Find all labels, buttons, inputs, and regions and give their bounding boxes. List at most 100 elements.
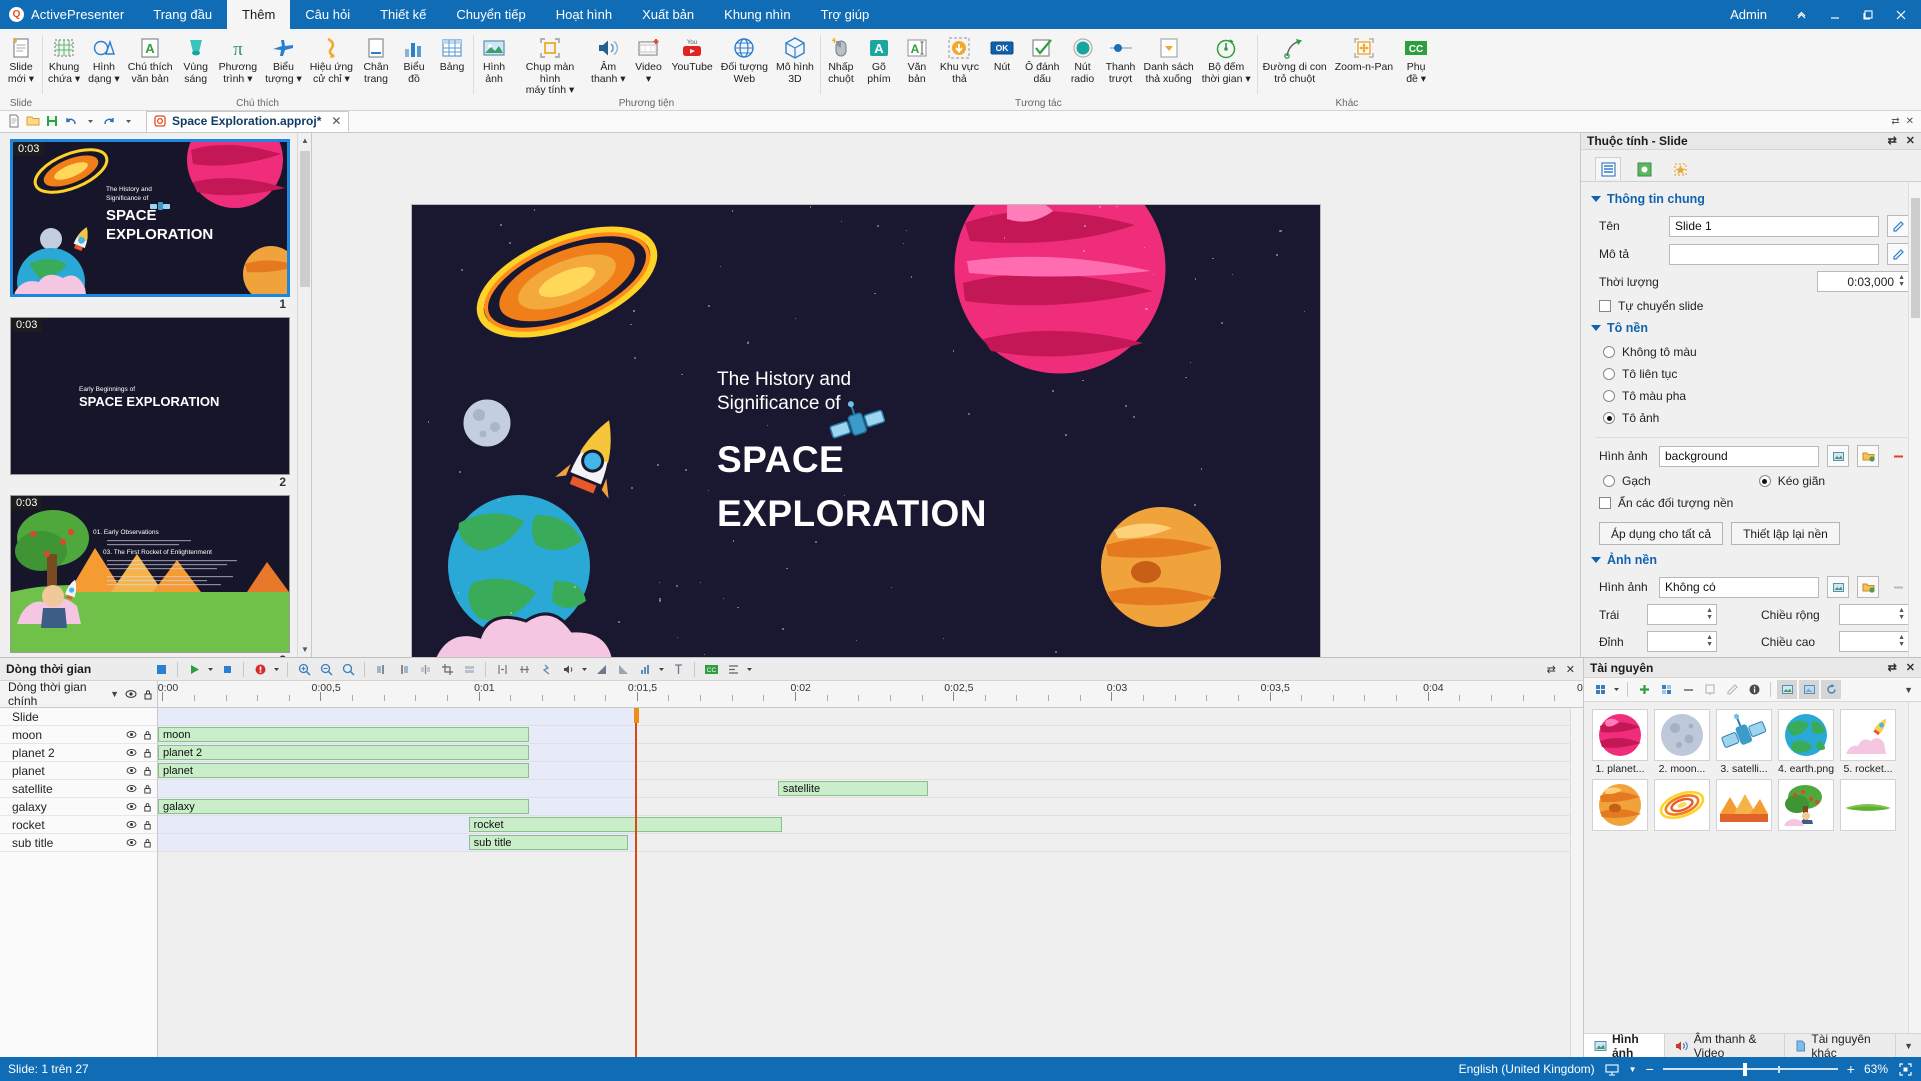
- slide-panel-scrollbar[interactable]: ▲ ▼: [297, 133, 311, 658]
- ribbon-button-equation[interactable]: π Phương trình ▾: [215, 33, 261, 85]
- ribbon-button-placeholder[interactable]: Khung chứa ▾: [44, 33, 84, 85]
- maximize-button[interactable]: [1851, 0, 1884, 29]
- main-timeline-selector[interactable]: Dòng thời gian chính ▼: [0, 681, 157, 708]
- moon-thumb[interactable]: [1654, 709, 1710, 761]
- stop-icon[interactable]: [217, 660, 237, 679]
- close-icon[interactable]: ✕: [1906, 134, 1915, 147]
- resource-item[interactable]: 5. rocket...: [1840, 709, 1896, 775]
- timeline-bar[interactable]: satellite: [778, 781, 928, 796]
- ribbon-button-web-object[interactable]: Đối tượng Web: [717, 33, 772, 85]
- ribbon-button-cursor-path[interactable]: Đường di con trỏ chuột: [1259, 33, 1331, 85]
- resource-item[interactable]: [1716, 779, 1772, 833]
- section-bg-image[interactable]: Ảnh nền: [1581, 549, 1921, 573]
- ribbon-button-checkbox[interactable]: Ô đánh dấu: [1021, 33, 1063, 85]
- rocket-thumb[interactable]: [1840, 709, 1896, 761]
- remove-icon[interactable]: [1678, 680, 1698, 699]
- close-icon[interactable]: ✕: [1906, 116, 1914, 127]
- timeline-lane-planet[interactable]: planet: [158, 762, 1583, 780]
- timeline-track-sub-title[interactable]: sub title: [0, 834, 157, 852]
- fill-option-radio[interactable]: [1603, 346, 1615, 358]
- filter-image-icon[interactable]: [1777, 680, 1797, 699]
- document-tab-close-icon[interactable]: ✕: [331, 114, 341, 128]
- ribbon-button-image[interactable]: Hình ảnh: [475, 33, 513, 85]
- timeline-bar[interactable]: planet: [158, 763, 529, 778]
- auto-advance-checkbox[interactable]: [1599, 300, 1611, 312]
- redo-dropdown-icon[interactable]: [120, 113, 136, 129]
- close-icon[interactable]: ✕: [1906, 661, 1915, 674]
- scroll-down-icon[interactable]: ▼: [298, 641, 312, 657]
- refresh-icon[interactable]: [1821, 680, 1841, 699]
- fill-option-radio[interactable]: [1603, 412, 1615, 424]
- slide-thumbnail-3[interactable]: 01. Early Observations 03. The First Roc…: [10, 495, 290, 653]
- satellite-thumb[interactable]: [1716, 709, 1772, 761]
- lock-icon[interactable]: [143, 784, 152, 794]
- eye-icon[interactable]: [125, 689, 137, 699]
- slide-thumbnail-2[interactable]: Early Beginnings of SPACE EXPLORATION 0:…: [10, 317, 290, 475]
- ribbon-tab-thêm[interactable]: Thêm: [227, 0, 290, 29]
- ribbon-button-chart[interactable]: Biểu đồ: [395, 33, 433, 85]
- minimize-button[interactable]: [1818, 0, 1851, 29]
- ribbon-tab-thiết-kế[interactable]: Thiết kế: [365, 0, 441, 29]
- timeline-lane-sub-title[interactable]: sub title: [158, 834, 1583, 852]
- ribbon-button-new-slide[interactable]: Slide mới ▾: [2, 33, 40, 85]
- resources-overflow-icon[interactable]: ▼: [1904, 685, 1915, 695]
- planet-orange-object[interactable]: [1094, 500, 1229, 635]
- ribbon-button-text-box[interactable]: A Văn bản: [898, 33, 936, 85]
- fit-screen-icon[interactable]: [1897, 1061, 1913, 1077]
- timeline-track-slide[interactable]: Slide: [0, 708, 157, 726]
- show-all-icon[interactable]: [151, 660, 171, 679]
- pick-image-icon[interactable]: [1827, 445, 1849, 467]
- ribbon-button-radio-button[interactable]: Nút radio: [1064, 33, 1102, 85]
- timeline-lane-slide[interactable]: [158, 708, 1583, 726]
- ribbon-button-drop-area[interactable]: Khu vực thả: [936, 33, 983, 85]
- resources-grid[interactable]: 1. planet... 2. moon... 3. satelli... 4. ea…: [1584, 702, 1921, 1033]
- volume-icon[interactable]: [558, 660, 578, 679]
- ribbon-button-video[interactable]: Video ▾: [630, 33, 668, 85]
- play-dropdown-icon[interactable]: [206, 660, 215, 679]
- remove-bg-image-icon[interactable]: [1887, 576, 1909, 598]
- ribbon-button-gesture-effect[interactable]: Hiệu ứng cử chỉ ▾: [306, 33, 357, 85]
- reset-background-button[interactable]: Thiết lập lại nền: [1731, 522, 1840, 545]
- eye-icon[interactable]: [126, 766, 137, 775]
- scrollbar-thumb[interactable]: [300, 151, 310, 287]
- ribbon-button-youtube[interactable]: You YouTube: [668, 33, 717, 74]
- timeline-bar[interactable]: planet 2: [158, 745, 529, 760]
- fade-in-icon[interactable]: [591, 660, 611, 679]
- properties-scrollbar[interactable]: [1908, 182, 1921, 657]
- ribbon-tab-chuyển-tiếp[interactable]: Chuyển tiếp: [441, 0, 540, 29]
- resource-item[interactable]: 1. planet...: [1592, 709, 1648, 775]
- redo-icon[interactable]: [101, 113, 117, 129]
- ribbon-button-spotlight[interactable]: Vùng sáng: [177, 33, 215, 85]
- edit-description-icon[interactable]: [1887, 243, 1909, 265]
- resource-item[interactable]: [1778, 779, 1834, 833]
- planet-pink-object[interactable]: [945, 205, 1175, 383]
- timeline-lane-satellite[interactable]: satellite: [158, 780, 1583, 798]
- planet-orange-thumb[interactable]: [1592, 779, 1648, 831]
- new-file-icon[interactable]: [6, 113, 22, 129]
- lock-icon[interactable]: [143, 766, 152, 776]
- ribbon-button-zoom-pan[interactable]: Zoom-n-Pan: [1331, 33, 1397, 74]
- undo-icon[interactable]: [63, 113, 79, 129]
- auto-advance-row[interactable]: Tự chuyển slide: [1581, 295, 1921, 317]
- stepper-arrows-icon[interactable]: ▲ ▼: [1898, 608, 1905, 621]
- moon-object[interactable]: [459, 395, 515, 451]
- record-icon[interactable]: [250, 660, 270, 679]
- tile-radio[interactable]: [1603, 475, 1615, 487]
- ribbon-tab-khung-nhìn[interactable]: Khung nhìn: [709, 0, 806, 29]
- ribbon-button-key-stroke[interactable]: A Gõ phím: [860, 33, 898, 85]
- animation-icon[interactable]: [536, 660, 556, 679]
- pin-icon[interactable]: ⇄: [1888, 134, 1897, 147]
- stepper-arrows-icon[interactable]: ▲ ▼: [1706, 635, 1713, 648]
- info-icon[interactable]: [1744, 680, 1764, 699]
- ribbon-tab-xuất-bản[interactable]: Xuất bản: [627, 0, 709, 29]
- galaxy-thumb[interactable]: [1654, 779, 1710, 831]
- filter-all-image-icon[interactable]: [1799, 680, 1819, 699]
- timeline-bar[interactable]: galaxy: [158, 799, 529, 814]
- open-file-icon[interactable]: [25, 113, 41, 129]
- eye-icon[interactable]: [126, 784, 137, 793]
- slide-properties-tab[interactable]: [1595, 157, 1621, 181]
- ribbon-tab-trang-đầu[interactable]: Trang đầu: [138, 0, 227, 29]
- pin-icon[interactable]: ⇄: [1888, 661, 1897, 674]
- eye-icon[interactable]: [126, 802, 137, 811]
- close-icon[interactable]: ✕: [1566, 663, 1575, 676]
